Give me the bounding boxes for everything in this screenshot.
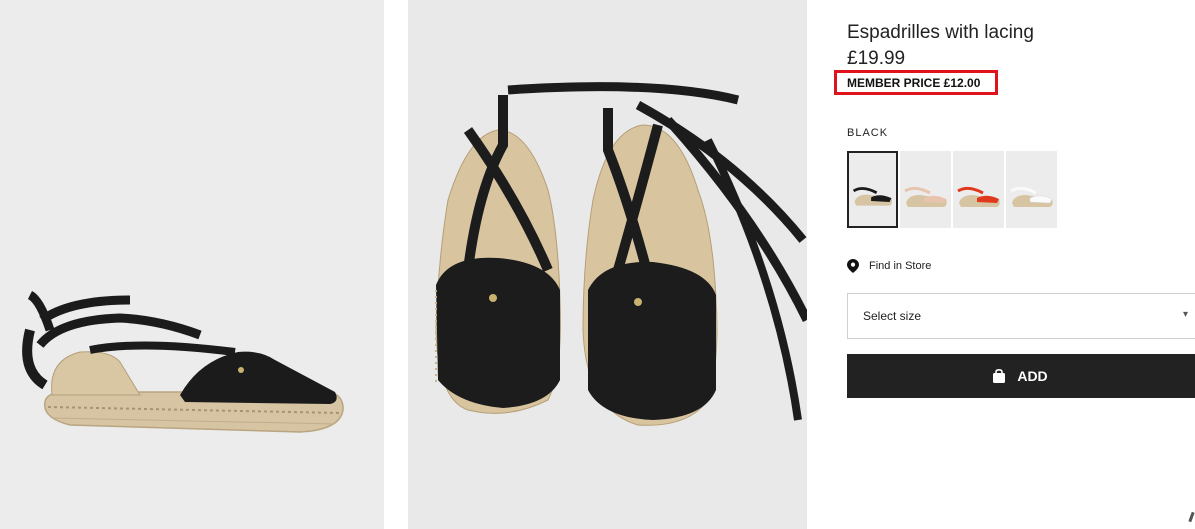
color-swatches xyxy=(847,151,1057,228)
swatch-beige-thumbnail xyxy=(900,151,951,228)
chevron-down-icon: ▾ xyxy=(1182,309,1188,320)
find-in-store-link[interactable]: Find in Store xyxy=(847,259,931,273)
size-select[interactable]: Select size ▾ xyxy=(847,293,1195,339)
swatch-red[interactable] xyxy=(953,151,1004,228)
product-price: £19.99 xyxy=(847,48,906,69)
shopping-bag-icon xyxy=(993,369,1006,383)
espadrille-side-illustration xyxy=(22,290,344,433)
espadrille-pair-illustration xyxy=(435,82,807,426)
swatch-white[interactable] xyxy=(1006,151,1057,228)
size-select-placeholder: Select size xyxy=(863,309,922,323)
add-to-bag-button[interactable]: ADD xyxy=(847,354,1195,398)
location-pin-icon xyxy=(847,259,859,273)
swatch-red-thumbnail xyxy=(953,151,1004,228)
swatch-beige[interactable] xyxy=(900,151,951,228)
product-title: Espadrilles with lacing xyxy=(847,22,1034,43)
member-price: MEMBER PRICE £12.00 xyxy=(847,76,981,90)
swatch-black[interactable] xyxy=(847,151,898,228)
product-image-top-view[interactable] xyxy=(408,0,807,529)
product-image-side-view[interactable] xyxy=(0,0,384,529)
find-in-store-label: Find in Store xyxy=(869,260,932,272)
swatch-black-thumbnail xyxy=(849,154,896,225)
add-button-label: ADD xyxy=(1017,368,1048,384)
swatch-white-thumbnail xyxy=(1006,151,1057,228)
selected-color-label: BLACK xyxy=(847,127,889,139)
scroll-edge-mark xyxy=(1188,511,1195,523)
